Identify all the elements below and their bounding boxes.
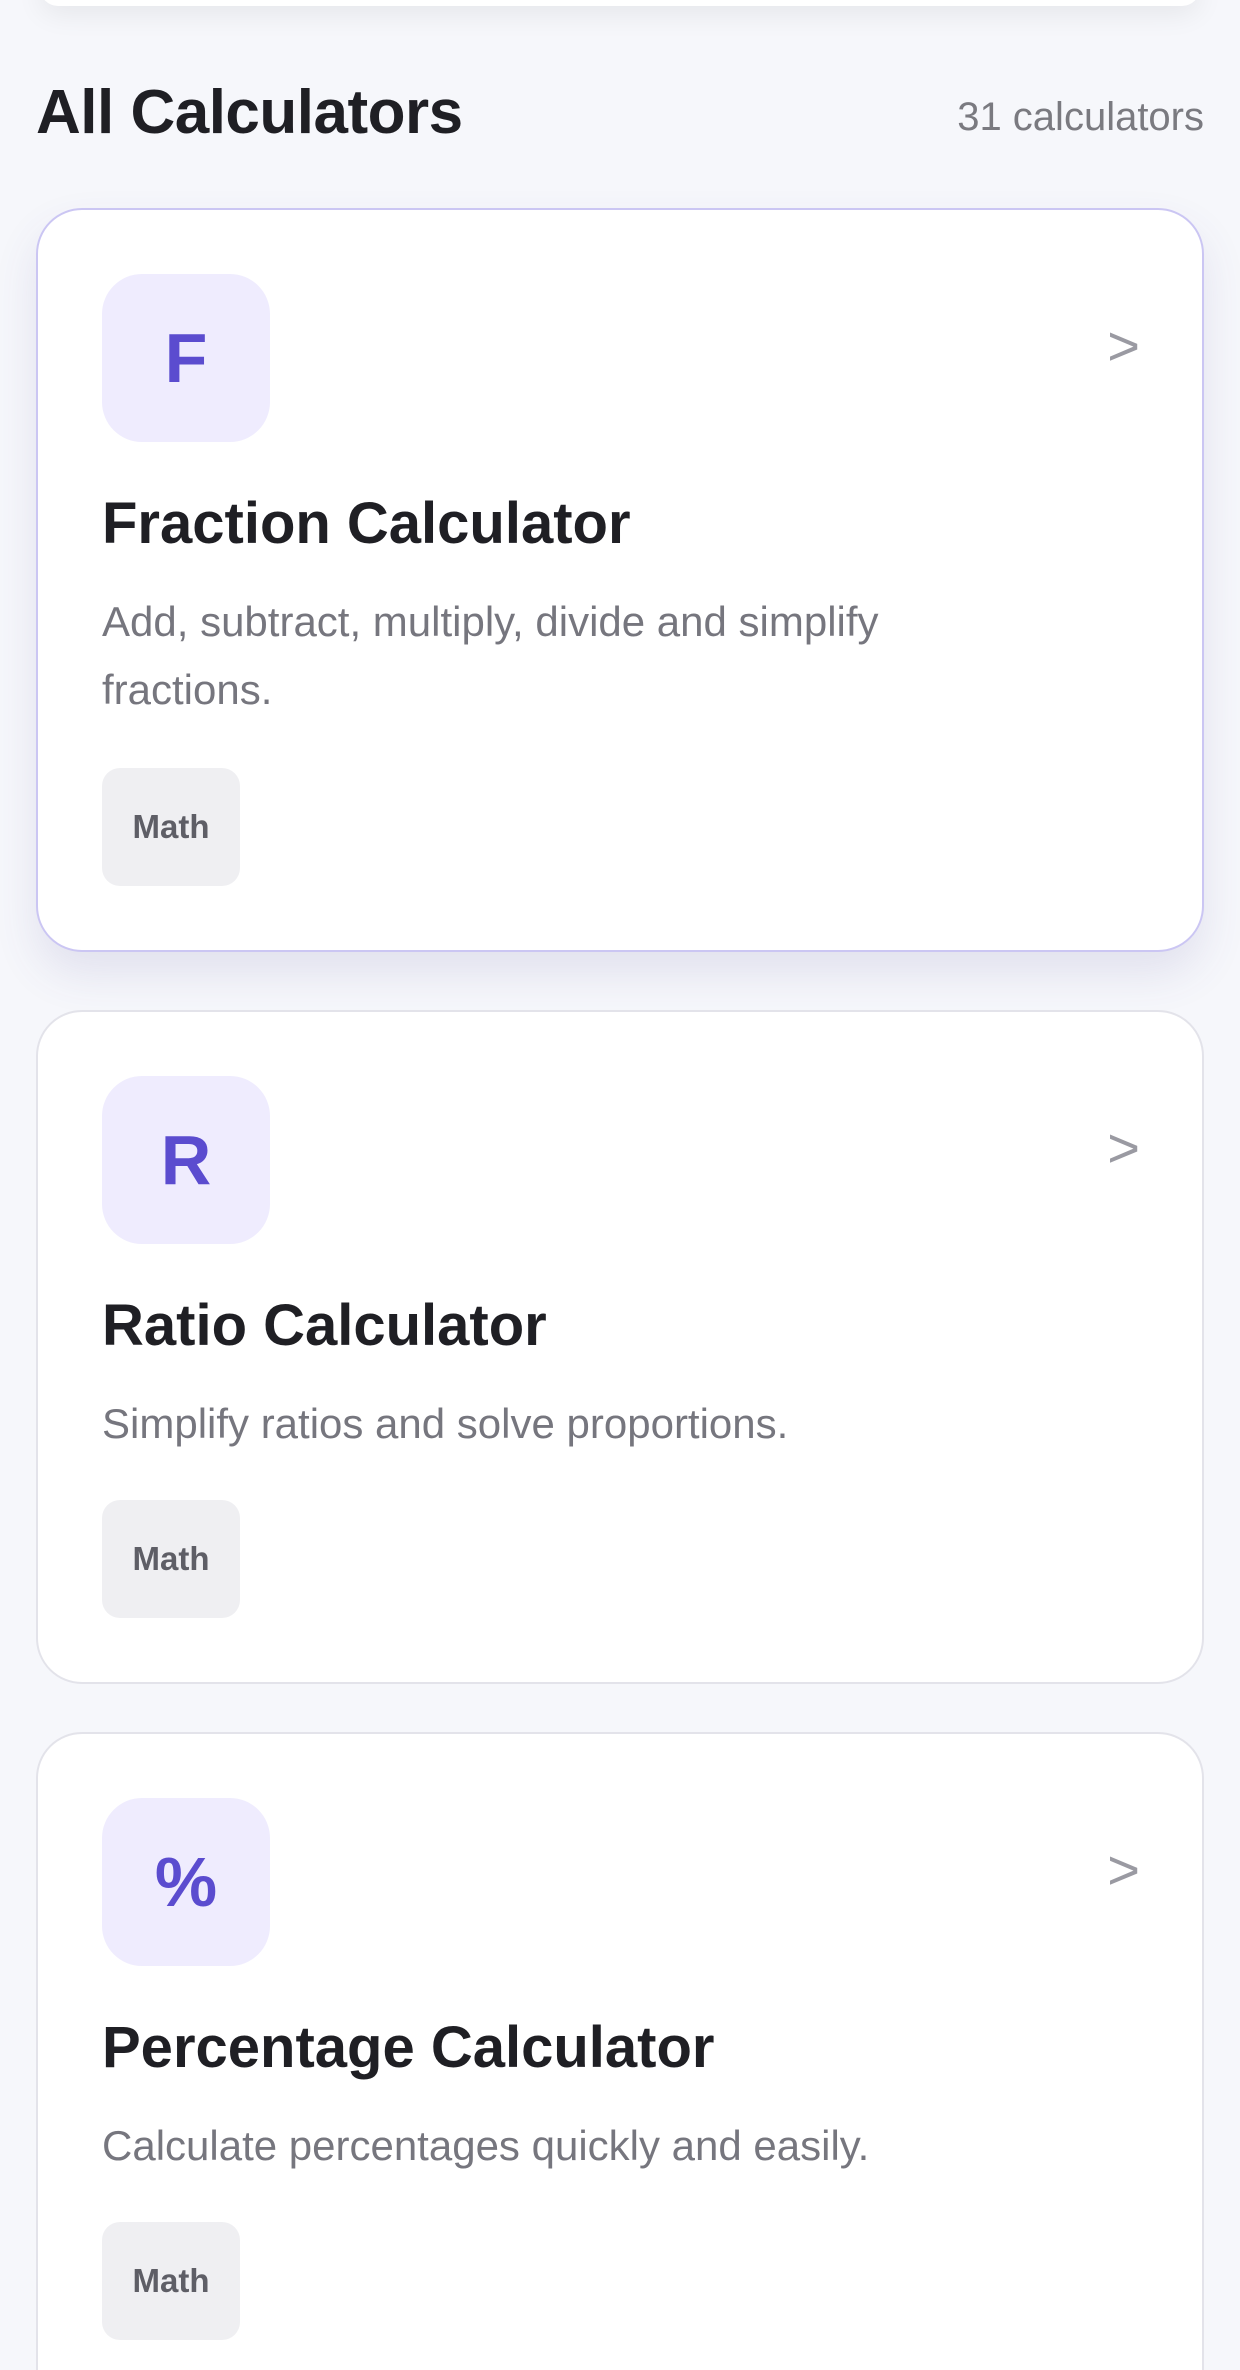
card-description: Add, subtract, multiply, divide and simp… [102, 598, 879, 713]
chevron-right-icon: > [1107, 314, 1140, 377]
chevron-right-icon: > [1107, 1116, 1140, 1179]
category-tag: Math [102, 2222, 240, 2340]
card-title: Fraction Calculator [102, 491, 631, 556]
card-title: Ratio Calculator [102, 1293, 547, 1358]
fraction-letter-icon: F [102, 274, 270, 442]
page-title: All Calculators [36, 77, 463, 147]
calculator-card-ratio[interactable]: R > Ratio Calculator Simplify ratios and… [36, 1010, 1204, 1684]
calculator-count: 31 calculators [957, 94, 1204, 139]
card-description: Simplify ratios and solve proportions. [102, 1400, 789, 1447]
calculator-card-fraction[interactable]: F > Fraction Calculator Add, subtract, m… [36, 208, 1204, 952]
top-card-edge [40, 0, 1200, 6]
percentage-icon: % [102, 1798, 270, 1966]
calculators-page: All Calculators 31 calculators F > Fract… [0, 0, 1240, 2370]
card-title: Percentage Calculator [102, 2015, 715, 2080]
category-tag: Math [102, 1500, 240, 1618]
category-tag: Math [102, 768, 240, 886]
section-header: All Calculators 31 calculators [36, 72, 1204, 152]
card-description: Calculate percentages quickly and easily… [102, 2122, 870, 2169]
calculator-card-percentage[interactable]: % > Percentage Calculator Calculate perc… [36, 1732, 1204, 2370]
chevron-right-icon: > [1107, 1838, 1140, 1901]
ratio-letter-icon: R [102, 1076, 270, 1244]
